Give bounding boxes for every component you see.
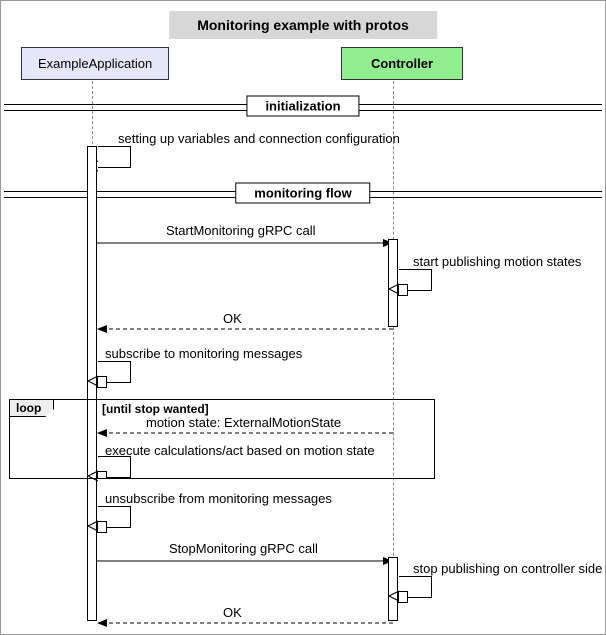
diagram-title: Monitoring example with protos	[169, 11, 437, 39]
participant-example-application: ExampleApplication	[21, 47, 169, 80]
activation-ctrl-start	[388, 239, 398, 327]
activation-execute-small	[97, 471, 107, 479]
msg-start-monitoring-call: StartMonitoring gRPC call	[166, 223, 316, 238]
lifeline-controller	[393, 81, 394, 621]
activation-unsubscribe-small	[97, 521, 107, 533]
msg-ok1: OK	[223, 311, 242, 326]
self-msg-setup	[98, 146, 131, 168]
divider-initialization: initialization	[246, 96, 359, 117]
loop-condition: [until stop wanted]	[102, 402, 209, 416]
msg-start-publishing: start publishing motion states	[413, 254, 581, 269]
participant-controller: Controller	[341, 47, 463, 80]
arrow-ok2	[97, 619, 393, 627]
activation-stop-pub-small	[398, 591, 408, 603]
loop-box: loop [until stop wanted]	[9, 399, 435, 479]
divider-monitoring: monitoring flow	[235, 183, 370, 204]
msg-stop-monitoring-call: StopMonitoring gRPC call	[169, 541, 318, 556]
sequence-diagram: Monitoring example with protos ExampleAp…	[0, 0, 606, 635]
msg-setting-up-variables: setting up variables and connection conf…	[118, 131, 400, 146]
msg-ok2: OK	[223, 605, 242, 620]
activation-ctrl-pub-small	[398, 284, 408, 296]
msg-motion-state: motion state: ExternalMotionState	[146, 415, 341, 430]
msg-execute-calculations: execute calculations/act based on motion…	[105, 443, 375, 458]
msg-subscribe: subscribe to monitoring messages	[105, 346, 302, 361]
arrow-stop-monitoring	[97, 557, 393, 565]
arrow-ok1	[97, 325, 393, 333]
activation-ctrl-stop	[388, 557, 398, 621]
msg-unsubscribe: unsubscribe from monitoring messages	[105, 491, 332, 506]
msg-stop-publishing: stop publishing on controller side	[413, 561, 602, 576]
activation-subscribe-small	[97, 376, 107, 388]
loop-tag: loop	[9, 399, 54, 417]
arrow-motion-state	[97, 429, 393, 437]
arrow-start-monitoring	[97, 239, 393, 247]
